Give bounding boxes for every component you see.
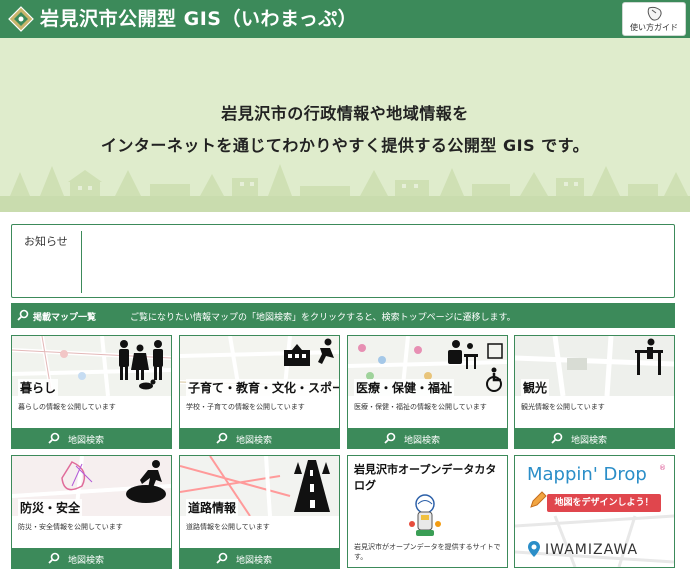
map-pin-icon bbox=[528, 541, 540, 557]
open-data-description: 岩見沢市がオープンデータを提供するサイトです。 bbox=[354, 543, 501, 561]
hero-line-1: 岩見沢市の行政情報や地域情報を bbox=[221, 104, 469, 123]
map-search-button[interactable]: 地図検索 bbox=[12, 428, 171, 448]
map-search-label: 地図検索 bbox=[571, 436, 608, 446]
card-title: 医療・保健・福祉 bbox=[354, 379, 455, 396]
open-data-title: 岩見沢市オープンデータカタログ bbox=[354, 463, 497, 492]
site-title: 岩見沢市公開型 GIS（いわまっぷ） bbox=[40, 8, 358, 30]
map-search-button[interactable]: 地図検索 bbox=[180, 428, 339, 448]
card-title: 防災・安全 bbox=[18, 499, 83, 516]
search-icon bbox=[384, 432, 396, 444]
map-search-label: 地図検索 bbox=[236, 556, 273, 566]
map-search-button[interactable]: 地図検索 bbox=[348, 428, 507, 448]
open-data-catalog-link[interactable]: 岩見沢市オープンデータカタログ 岩見沢市がオープンデータを提供するサイトです。 bbox=[347, 455, 508, 568]
hero-line-2: インターネットを通じてわかりやすく提供する公開型 GIS です。 bbox=[100, 136, 590, 155]
card-description: 観光情報を公開しています bbox=[521, 403, 605, 411]
card-title: 暮らし bbox=[18, 379, 59, 396]
pencil-icon bbox=[530, 491, 547, 508]
map-card-disaster-safety: 防災・安全 防災・安全情報を公開しています 地図検索 bbox=[11, 455, 172, 569]
app-root: 岩見沢市公開型 GIS（いわまっぷ） 使い方ガイド 岩見沢市の行政情報や地域情報… bbox=[0, 0, 690, 572]
mappin-city-label: IWAMIZAWA bbox=[545, 542, 639, 558]
search-icon bbox=[48, 432, 60, 444]
hero-banner: 岩見沢市の行政情報や地域情報を インターネットを通じてわかりやすく提供する公開型… bbox=[0, 38, 690, 212]
map-search-label: 地図検索 bbox=[68, 436, 105, 446]
town-silhouette-illustration bbox=[0, 164, 690, 212]
card-description: 防災・安全情報を公開しています bbox=[18, 523, 123, 531]
map-card-living: 暮らし 暮らしの情報を公開しています 地図検索 bbox=[11, 335, 172, 449]
registered-mark: ® bbox=[659, 464, 666, 472]
mappin-banner-label: 地図をデザインしよう！ bbox=[547, 494, 661, 512]
search-icon bbox=[551, 432, 563, 444]
header-bar: 岩見沢市公開型 GIS（いわまっぷ） 使い方ガイド bbox=[0, 0, 690, 38]
card-description: 道路情報を公開しています bbox=[186, 523, 270, 531]
map-search-label: 地図検索 bbox=[404, 436, 441, 446]
card-description: 学校・子育ての情報を公開しています bbox=[186, 403, 305, 411]
map-list-title: 掲載マップ一覧 bbox=[33, 313, 97, 323]
card-title: 道路情報 bbox=[186, 499, 239, 516]
search-icon bbox=[216, 552, 228, 564]
map-search-button[interactable]: 地図検索 bbox=[12, 548, 171, 568]
map-card-road-info: 道路情報 道路情報を公開しています 地図検索 bbox=[179, 455, 340, 569]
search-icon bbox=[17, 309, 29, 321]
city-emblem-icon bbox=[8, 6, 34, 32]
card-title: 観光 bbox=[521, 379, 550, 396]
usage-guide-button[interactable]: 使い方ガイド bbox=[622, 2, 686, 36]
mappin-drop-link[interactable]: Mappin' Drop ® 地図をデザインしよう！ IWAMIZAWA bbox=[514, 455, 675, 568]
notice-panel: お知らせ bbox=[11, 224, 675, 298]
mouse-icon bbox=[647, 6, 662, 21]
map-search-label: 地図検索 bbox=[236, 436, 273, 446]
card-title: 子育て・教育・文化・スポーツ bbox=[186, 379, 339, 396]
map-card-tourism: 観光 観光情報を公開しています 地図検索 bbox=[514, 335, 675, 449]
card-description: 暮らしの情報を公開しています bbox=[18, 403, 116, 411]
card-description: 医療・保健・福祉の情報を公開しています bbox=[354, 403, 487, 411]
notice-divider bbox=[81, 231, 82, 293]
notice-label: お知らせ bbox=[24, 235, 68, 248]
search-icon bbox=[48, 552, 60, 564]
map-search-button[interactable]: 地図検索 bbox=[515, 428, 674, 448]
open-data-mascot-icon bbox=[409, 494, 441, 536]
search-icon bbox=[216, 432, 228, 444]
map-search-button[interactable]: 地図検索 bbox=[180, 548, 339, 568]
map-search-label: 地図検索 bbox=[68, 556, 105, 566]
map-list-header: 掲載マップ一覧 ご覧になりたい情報マップの「地図検索」をクリックすると、検索トッ… bbox=[11, 303, 675, 328]
map-card-childcare-education: 子育て・教育・文化・スポーツ 学校・子育ての情報を公開しています 地図検索 bbox=[179, 335, 340, 449]
map-card-medical-welfare: 医療・保健・福祉 医療・保健・福祉の情報を公開しています 地図検索 bbox=[347, 335, 508, 449]
map-list-description: ご覧になりたい情報マップの「地図検索」をクリックすると、検索トップページに遷移し… bbox=[130, 313, 516, 323]
usage-guide-label: 使い方ガイド bbox=[630, 23, 678, 32]
mappin-logo-text: Mappin' Drop bbox=[527, 464, 647, 485]
